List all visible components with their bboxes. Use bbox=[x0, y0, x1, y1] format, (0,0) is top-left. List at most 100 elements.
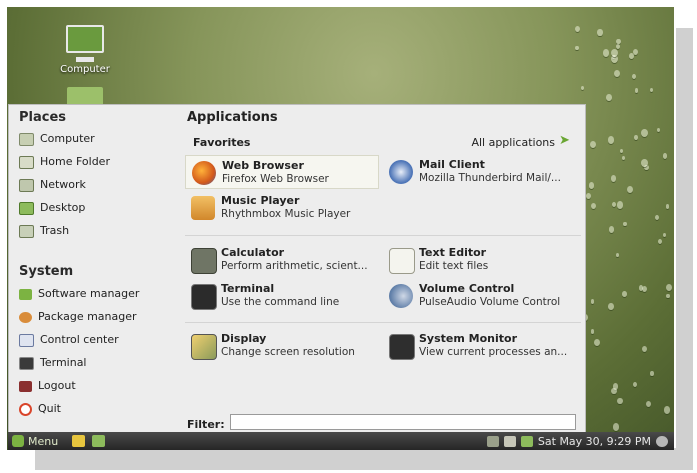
water-droplet bbox=[662, 153, 668, 160]
water-droplet bbox=[605, 94, 612, 101]
menu-button[interactable]: Menu bbox=[12, 433, 58, 449]
volume-icon[interactable] bbox=[656, 435, 668, 447]
filter-input[interactable] bbox=[230, 414, 576, 430]
display-icon bbox=[191, 334, 217, 360]
system-label: Control center bbox=[40, 333, 119, 346]
clipboard-icon[interactable] bbox=[503, 435, 516, 447]
water-droplet bbox=[615, 43, 621, 50]
app-description: Edit text files bbox=[419, 260, 489, 272]
system-label: Logout bbox=[38, 379, 76, 392]
text-editor-icon bbox=[389, 248, 415, 274]
water-droplet bbox=[662, 233, 667, 238]
text-editor-launcher-icon[interactable] bbox=[72, 435, 85, 447]
menu-left-column: Places Computer Home Folder Network Desk… bbox=[9, 105, 177, 433]
water-droplet bbox=[611, 387, 618, 395]
desktop-icon bbox=[19, 201, 34, 215]
app-description: View current processes an... bbox=[419, 346, 568, 358]
home-folder-icon bbox=[19, 155, 34, 169]
place-label: Desktop bbox=[40, 201, 86, 214]
app-description: Use the command line bbox=[221, 296, 340, 308]
place-computer[interactable]: Computer bbox=[19, 130, 95, 148]
place-label: Home Folder bbox=[40, 155, 110, 168]
app-system-monitor[interactable]: System Monitor View current processes an… bbox=[383, 329, 577, 363]
system-software-manager[interactable]: Software manager bbox=[19, 285, 139, 303]
network-icon bbox=[19, 178, 34, 192]
app-description: Mozilla Thunderbird Mail/... bbox=[419, 172, 561, 184]
clock[interactable]: Sat May 30, 9:29 PM bbox=[538, 435, 651, 448]
system-control-center[interactable]: Control center bbox=[19, 331, 119, 349]
water-droplet bbox=[590, 329, 595, 334]
arrow-right-icon[interactable]: ➤ bbox=[559, 134, 573, 148]
app-description: Firefox Web Browser bbox=[222, 173, 329, 185]
water-droplet bbox=[656, 128, 660, 133]
water-droplet bbox=[627, 185, 634, 193]
water-droplet bbox=[655, 214, 660, 220]
app-display[interactable]: Display Change screen resolution bbox=[185, 329, 379, 363]
water-droplet bbox=[640, 158, 648, 167]
water-droplet bbox=[610, 175, 617, 182]
app-name: Music Player bbox=[221, 194, 300, 207]
water-droplet bbox=[634, 87, 639, 93]
trash-icon bbox=[19, 224, 34, 238]
water-droplet bbox=[612, 423, 620, 431]
network-status-icon[interactable] bbox=[520, 435, 533, 447]
water-droplet bbox=[612, 383, 618, 390]
app-volume-control[interactable]: Volume Control PulseAudio Volume Control bbox=[383, 279, 577, 313]
water-droplet bbox=[644, 164, 649, 171]
app-music-player[interactable]: Music Player Rhythmbox Music Player bbox=[185, 191, 379, 225]
place-home-folder[interactable]: Home Folder bbox=[19, 153, 110, 171]
water-droplet bbox=[611, 48, 618, 57]
update-manager-icon[interactable] bbox=[486, 435, 499, 447]
water-droplet bbox=[641, 285, 647, 293]
place-network[interactable]: Network bbox=[19, 176, 86, 194]
app-web-browser[interactable]: Web Browser Firefox Web Browser bbox=[185, 155, 379, 189]
app-terminal[interactable]: Terminal Use the command line bbox=[185, 279, 379, 313]
water-droplet bbox=[575, 45, 580, 51]
quit-icon bbox=[19, 402, 32, 416]
frame-shadow-right bbox=[676, 28, 693, 448]
place-trash[interactable]: Trash bbox=[19, 222, 69, 240]
frame-shadow-bottom bbox=[35, 448, 693, 470]
app-name: System Monitor bbox=[419, 332, 517, 345]
water-droplet bbox=[608, 302, 614, 310]
system-label: Package manager bbox=[38, 310, 137, 323]
package-manager-icon bbox=[19, 311, 32, 323]
water-droplet bbox=[616, 201, 623, 209]
all-applications-link[interactable]: All applications bbox=[471, 136, 555, 149]
desktop-icon-computer[interactable]: Computer bbox=[55, 25, 115, 75]
start-menu: Places Computer Home Folder Network Desk… bbox=[8, 104, 586, 434]
water-droplet bbox=[622, 290, 628, 297]
water-droplet bbox=[608, 136, 615, 144]
place-desktop[interactable]: Desktop bbox=[19, 199, 85, 217]
water-droplet bbox=[608, 226, 615, 233]
water-droplet bbox=[613, 69, 621, 77]
water-droplet bbox=[588, 182, 595, 190]
system-logout[interactable]: Logout bbox=[19, 377, 76, 395]
app-mail-client[interactable]: Mail Client Mozilla Thunderbird Mail/... bbox=[383, 155, 577, 189]
system-title: System bbox=[19, 264, 74, 279]
water-droplet bbox=[640, 129, 648, 137]
system-quit[interactable]: Quit bbox=[19, 400, 61, 418]
water-droplet bbox=[650, 87, 654, 92]
control-center-icon bbox=[19, 333, 34, 347]
system-terminal[interactable]: Terminal bbox=[19, 354, 87, 372]
place-label: Computer bbox=[40, 132, 95, 145]
computer-icon bbox=[66, 25, 104, 53]
thunderbird-icon bbox=[389, 160, 413, 184]
system-package-manager[interactable]: Package manager bbox=[19, 308, 137, 326]
app-description: Change screen resolution bbox=[221, 346, 355, 358]
water-droplet bbox=[619, 149, 623, 154]
software-manager-icon bbox=[19, 288, 32, 300]
water-droplet bbox=[611, 54, 619, 63]
system-label: Terminal bbox=[40, 356, 87, 369]
water-droplet bbox=[590, 299, 595, 304]
water-droplet bbox=[633, 382, 637, 388]
app-text-editor[interactable]: Text Editor Edit text files bbox=[383, 243, 577, 277]
water-droplet bbox=[591, 203, 597, 210]
computer-icon bbox=[19, 132, 34, 146]
show-desktop-icon[interactable] bbox=[92, 435, 105, 447]
water-droplet bbox=[597, 29, 603, 36]
places-title: Places bbox=[19, 110, 67, 125]
separator bbox=[185, 322, 581, 323]
app-calculator[interactable]: Calculator Perform arithmetic, scient... bbox=[185, 243, 379, 277]
